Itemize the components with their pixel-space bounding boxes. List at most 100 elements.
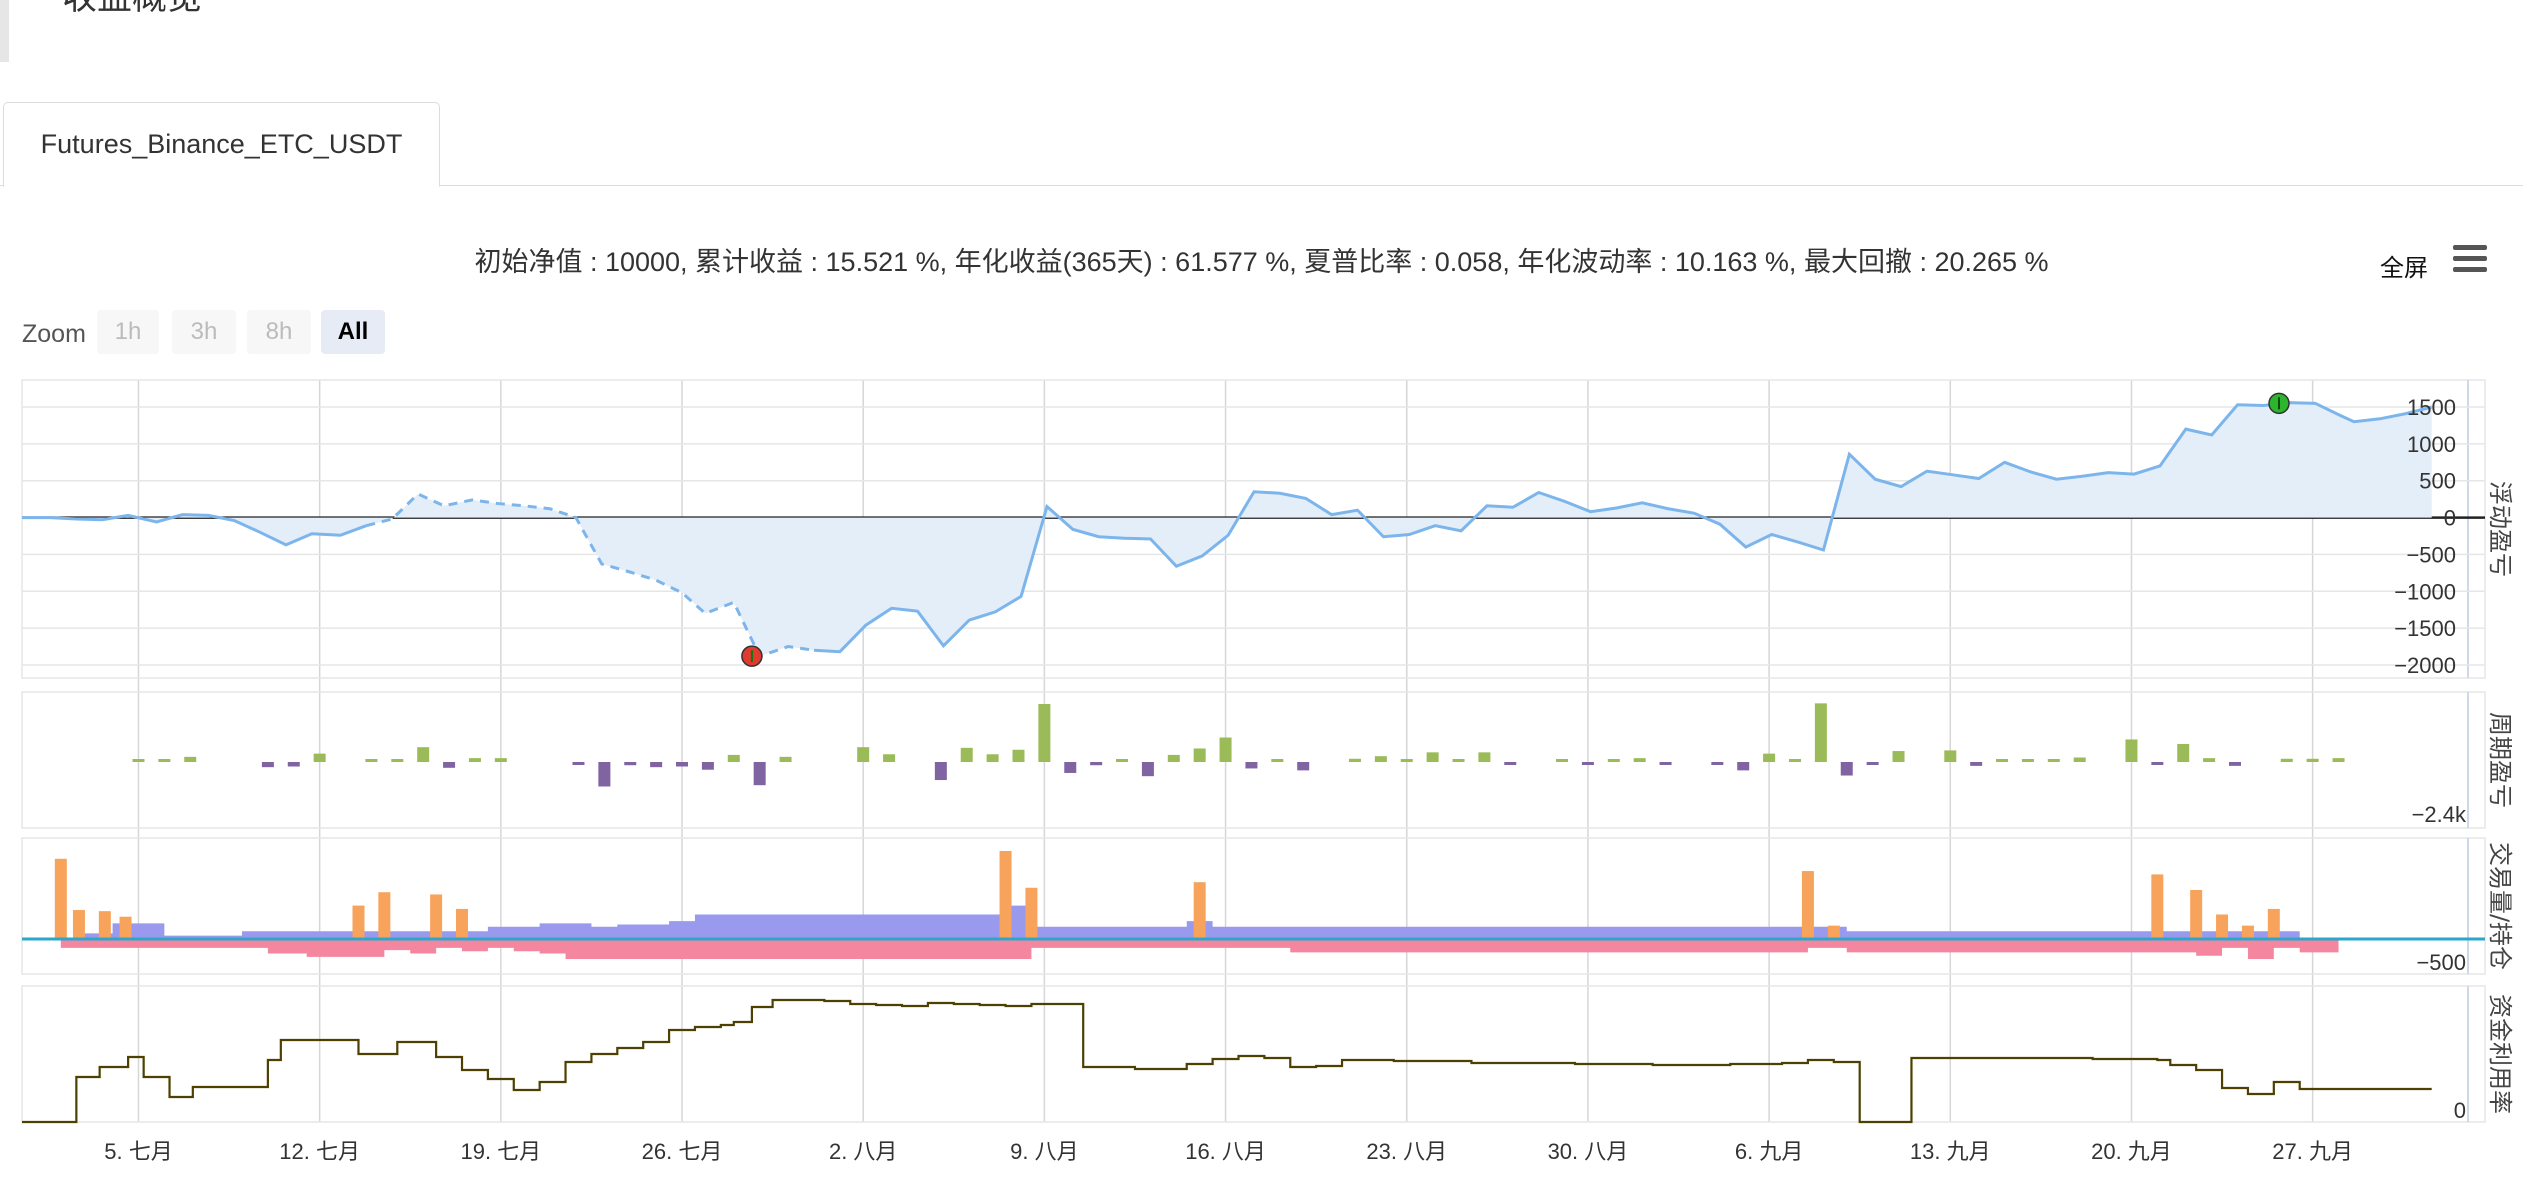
period-pnl-bar	[1271, 759, 1284, 762]
volume-bar	[2241, 925, 2254, 939]
period-pnl-bar	[1866, 762, 1879, 765]
y-tick-label: 500	[2419, 469, 2456, 494]
period-pnl-bar	[1348, 758, 1361, 762]
fullscreen-button[interactable]: 全屏	[2380, 248, 2428, 283]
period-pnl-bar	[986, 754, 999, 762]
y-tick-label: −2.4k	[2412, 802, 2467, 827]
period-pnl-bar	[701, 762, 714, 770]
period-pnl-bar	[779, 756, 792, 762]
x-tick-label: 26. 七月	[642, 1139, 723, 1164]
short-position-area	[60, 939, 2339, 960]
period-pnl-bar	[2332, 758, 2345, 762]
period-pnl-bar	[2151, 762, 2164, 765]
period-pnl-bar	[1478, 752, 1491, 762]
volume-bar	[98, 911, 111, 939]
period-pnl-bar	[1426, 752, 1439, 762]
panel-frame	[21, 379, 2486, 679]
panel-ylabel: 交易量/持仓	[2486, 842, 2514, 970]
x-tick-label: 30. 八月	[1548, 1139, 1629, 1164]
page-title-bar: 收益概览	[0, 0, 1709, 62]
period-pnl-bar	[1452, 759, 1465, 762]
volume-bar	[2151, 874, 2164, 939]
period-pnl-bar	[572, 762, 585, 765]
page-title: 收益概览	[62, 0, 202, 16]
period-pnl-bar	[2203, 758, 2216, 762]
volume-bar	[999, 851, 1012, 939]
y-tick-label: 1000	[2407, 432, 2456, 457]
period-pnl-bar	[1012, 749, 1025, 762]
period-pnl-bar	[1090, 762, 1103, 766]
x-tick-label: 5. 七月	[104, 1139, 172, 1164]
y-tick-label: −1500	[2394, 616, 2456, 641]
period-pnl-bar	[753, 762, 766, 786]
x-tick-label: 9. 八月	[1010, 1139, 1078, 1164]
volume-bar	[54, 858, 67, 939]
period-pnl-bar	[727, 754, 740, 762]
period-pnl-bar	[158, 759, 171, 762]
zoom-3h-button[interactable]: 3h	[172, 310, 236, 354]
x-tick-label: 27. 九月	[2272, 1139, 2353, 1164]
period-pnl-bar	[1374, 756, 1387, 762]
period-pnl-bar	[1193, 748, 1206, 762]
period-pnl-bar	[934, 762, 947, 781]
period-pnl-bar	[1141, 762, 1154, 777]
capital-utilization-line	[22, 998, 2432, 1124]
hamburger-menu-icon[interactable]	[2453, 245, 2487, 273]
period-pnl-bar	[1633, 758, 1646, 762]
tab-bar: Futures_Binance_ETC_USDT	[0, 100, 2523, 187]
period-pnl-bar	[2228, 762, 2241, 766]
period-pnl-bar	[2125, 739, 2138, 762]
volume-bar	[378, 892, 391, 939]
y-tick-label: −2000	[2394, 653, 2456, 678]
zoom-label: Zoom	[22, 320, 86, 348]
period-pnl-bar	[650, 762, 663, 768]
period-pnl-bar	[261, 762, 274, 768]
volume-bar	[456, 908, 469, 939]
period-pnl-bar	[676, 762, 689, 767]
y-tick-label: −1000	[2394, 579, 2456, 604]
period-pnl-bar	[1944, 750, 1957, 762]
tab-futures-binance-etc-usdt[interactable]: Futures_Binance_ETC_USDT	[3, 102, 440, 187]
volume-bar	[119, 916, 132, 939]
period-pnl-bar	[1659, 762, 1672, 765]
period-pnl-bar	[417, 747, 430, 762]
panel-ylabel: 周期盈亏	[2486, 712, 2514, 808]
period-pnl-bar	[1556, 759, 1569, 762]
x-tick-label: 12. 七月	[279, 1139, 360, 1164]
period-pnl-bar	[1970, 762, 1983, 766]
x-tick-label: 23. 八月	[1366, 1139, 1447, 1164]
x-tick-label: 20. 九月	[2091, 1139, 2172, 1164]
volume-bar	[2190, 889, 2203, 939]
period-pnl-bar	[2280, 758, 2293, 762]
x-tick-label: 2. 八月	[829, 1139, 897, 1164]
period-pnl-bar	[365, 759, 378, 762]
performance-summary: 初始净值 : 10000, 累计收益 : 15.521 %, 年化收益(365天…	[0, 240, 2523, 279]
strategy-chart: 5. 七月 12. 七月 19. 七月 26. 七月 2. 八月 9. 八月 16. 八月 2…	[21, 379, 2514, 1164]
y-tick-label: 1500	[2407, 395, 2456, 420]
period-pnl-bar	[1581, 762, 1594, 765]
period-pnl-bar	[624, 762, 637, 766]
period-pnl-bar	[443, 762, 456, 768]
period-pnl-bar	[468, 758, 481, 762]
period-pnl-bar	[184, 756, 197, 762]
zoom-1h-button[interactable]: 1h	[97, 310, 159, 354]
volume-bar	[2267, 908, 2280, 939]
period-pnl-bar	[494, 758, 507, 762]
panel-frame	[21, 837, 2486, 975]
zoom-all-button[interactable]: All	[321, 310, 385, 354]
period-pnl-bar	[391, 759, 404, 762]
volume-bar	[430, 894, 443, 939]
x-tick-label: 13. 九月	[1910, 1139, 1991, 1164]
y-tick-label: −500	[2416, 950, 2466, 975]
period-pnl-bar	[1064, 762, 1077, 773]
zoom-8h-button[interactable]: 8h	[247, 310, 311, 354]
period-pnl-bar	[1167, 754, 1180, 762]
volume-bar	[352, 905, 365, 939]
x-tick-label: 19. 七月	[460, 1139, 541, 1164]
period-pnl-bar	[1814, 703, 1827, 762]
period-pnl-bar	[132, 759, 145, 762]
volume-bar	[2216, 914, 2229, 939]
volume-bar	[72, 910, 85, 939]
chart-panels	[22, 392, 2485, 1124]
period-pnl-bar	[1737, 762, 1750, 771]
